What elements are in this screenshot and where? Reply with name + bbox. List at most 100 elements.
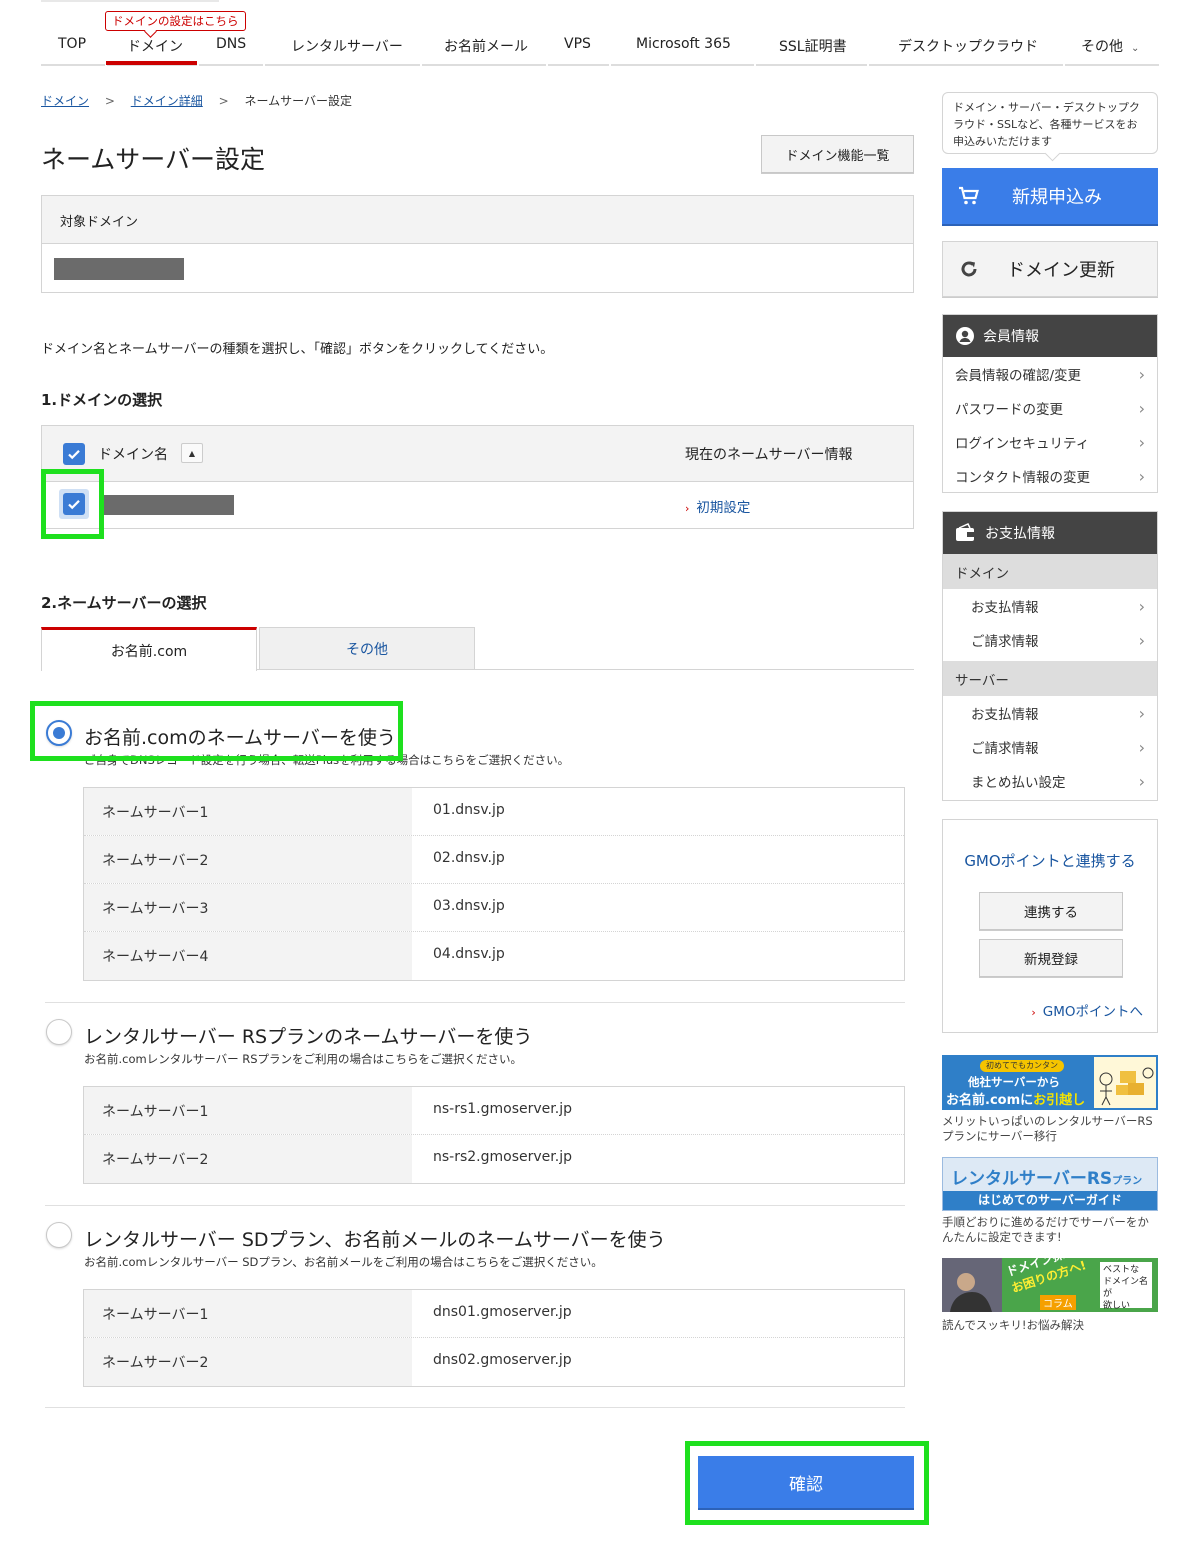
nav-other[interactable]: その他 ⌄ (1081, 36, 1139, 56)
nav-separator (867, 60, 869, 66)
sidebar-item-server-billing[interactable]: ご請求情報 › (943, 730, 1157, 764)
banner-caption: 読んでスッキリ!お悩み解決 (942, 1318, 1085, 1332)
initial-setting-label: 初期設定 (696, 500, 751, 516)
banner-caption: 手順どおりに進めるだけでサーバーをかんたんに設定できます! (942, 1215, 1149, 1244)
chevron-right-icon: › (1138, 364, 1145, 384)
breadcrumb-domain-detail[interactable]: ドメイン詳細 (131, 94, 203, 108)
person-photo-icon (942, 1258, 1002, 1312)
nav-rental-server[interactable]: レンタルサーバー (291, 36, 403, 56)
target-domain-label: 対象ドメイン (42, 196, 913, 244)
refresh-icon (961, 261, 977, 277)
divider (45, 1407, 905, 1408)
table-row: ネームサーバー2 02.dnsv.jp (84, 836, 904, 884)
sd-plan-ns-table: ネームサーバー1 dns01.gmoserver.jp ネームサーバー2 dns02… (83, 1289, 905, 1387)
nav-separator (546, 60, 548, 66)
sidebar-item-contact[interactable]: コンタクト情報の変更 › (943, 459, 1157, 493)
initial-setting-link[interactable]: › 初期設定 (685, 496, 750, 516)
sidebar-item-server-payment[interactable]: お支払情報 › (943, 696, 1157, 730)
new-application-button[interactable]: 新規申込み (942, 168, 1158, 224)
highlight-onamae-option (30, 701, 403, 761)
column-current-nameserver: 現在のネームサーバー情報 (685, 447, 853, 463)
sort-button[interactable]: ▲ (181, 443, 203, 463)
table-row: ネームサーバー2 dns02.gmoserver.jp (84, 1338, 904, 1386)
option-sd-plan-desc: お名前.comレンタルサーバー SDプラン、お名前メールをご利用の場合はこちらを… (84, 1255, 603, 1269)
banner-side1: ベストな (1103, 1265, 1140, 1275)
sidebar-item-login-security[interactable]: ログインセキュリティ › (943, 425, 1157, 459)
nav-desktop-cloud[interactable]: デスクトップクラウド (898, 36, 1038, 56)
domain-renew-button[interactable]: ドメイン更新 (942, 241, 1158, 297)
table-row: ネームサーバー3 03.dnsv.jp (84, 884, 904, 932)
nav-top[interactable]: TOP (58, 36, 86, 52)
sidebar-item-label: 会員情報の確認/変更 (955, 368, 1082, 384)
ns-label: ネームサーバー4 (84, 932, 412, 980)
sidebar-group-server: サーバー (943, 661, 1157, 696)
nav-domain[interactable]: ドメイン (127, 36, 183, 56)
ns-value: 04.dnsv.jp (433, 946, 505, 962)
select-all-checkbox[interactable] (63, 443, 85, 465)
sidebar-note: ドメイン・サーバー・デスクトップクラウド・SSLなど、各種サービスをお申込みいた… (942, 92, 1158, 154)
target-domain-box: 対象ドメイン (41, 195, 914, 293)
chevron-right-icon: › (685, 502, 690, 515)
sidebar-item-password[interactable]: パスワードの変更 › (943, 391, 1157, 425)
breadcrumb-domain[interactable]: ドメイン (41, 94, 89, 108)
table-row: ネームサーバー4 04.dnsv.jp (84, 932, 904, 980)
sidebar-item-label: コンタクト情報の変更 (955, 470, 1090, 486)
chevron-down-icon: ⌄ (1131, 43, 1140, 54)
nav-dns[interactable]: DNS (216, 36, 246, 52)
divider (45, 1205, 905, 1206)
highlight-checkbox (41, 469, 104, 539)
banner-domain-column[interactable]: ドメイン探して お困りの方へ! コラム ベストな ドメイン名が 欲しい (942, 1258, 1158, 1312)
top-line (41, 0, 219, 2)
gmo-point-link[interactable]: › GMOポイントへ (1031, 1000, 1143, 1020)
nav-separator (754, 60, 756, 66)
option-rs-plan-title: レンタルサーバー RSプランのネームサーバーを使う (84, 1026, 533, 1048)
ns-value: 01.dnsv.jp (433, 802, 505, 818)
ns-label: ネームサーバー2 (84, 1135, 412, 1183)
nav-separator (1063, 60, 1065, 66)
banner-server-guide[interactable]: レンタルサーバーRSプラン はじめてのサーバーガイド (942, 1157, 1158, 1211)
onamae-ns-table: ネームサーバー1 01.dnsv.jp ネームサーバー2 02.dnsv.jp ネー… (83, 787, 905, 981)
tab-onamae[interactable]: お名前.com (41, 627, 257, 671)
nav-vps[interactable]: VPS (564, 36, 591, 52)
chevron-right-icon: › (1138, 596, 1145, 616)
check-icon (68, 450, 80, 460)
ns-label: ネームサーバー2 (84, 836, 412, 883)
cart-icon (959, 186, 979, 205)
highlight-confirm-button (685, 1441, 929, 1525)
sidebar-item-domain-payment[interactable]: お支払情報 › (943, 589, 1157, 623)
wallet-icon (956, 523, 974, 541)
gmo-point-title: GMOポイントと連携する (964, 852, 1136, 870)
sidebar-item-bulk-payment[interactable]: まとめ払い設定 › (943, 764, 1157, 798)
tab-other[interactable]: その他 (259, 627, 475, 670)
breadcrumb-separator: > (218, 94, 229, 108)
domain-renew-label: ドメイン更新 (1007, 260, 1115, 281)
sidebar-item-label: まとめ払い設定 (971, 775, 1066, 791)
domain-features-button[interactable]: ドメイン機能一覧 (761, 135, 914, 173)
banner-line2: お名前.comに (946, 1093, 1034, 1108)
banner-plan: プラン (1112, 1176, 1143, 1187)
sidebar-item-domain-billing[interactable]: ご請求情報 › (943, 623, 1157, 657)
sidebar-item-label: パスワードの変更 (955, 402, 1063, 418)
banner-line2: はじめてのサーバーガイド (943, 1191, 1157, 1210)
banner-server-migration[interactable]: 初めてでもカンタン 他社サーバーから お名前.comにお引越し (942, 1055, 1158, 1110)
banner-side3: 欲しい (1103, 1301, 1131, 1311)
gmo-link-button[interactable]: 連携する (979, 892, 1123, 930)
sidebar-item-member-confirm[interactable]: 会員情報の確認/変更 › (943, 357, 1157, 391)
gmo-register-button[interactable]: 新規登録 (979, 939, 1123, 977)
radio-sd-plan-ns[interactable] (46, 1222, 72, 1248)
domain-table-header: ドメイン名 ▲ 現在のネームサーバー情報 (42, 426, 913, 482)
sidebar-item-label: ご請求情報 (971, 634, 1039, 650)
nav-mail[interactable]: お名前メール (444, 36, 528, 56)
banner-caption: メリットいっぱいのレンタルサーバーRSプランにサーバー移行 (942, 1114, 1153, 1143)
ns-value: 02.dnsv.jp (433, 850, 505, 866)
user-icon (956, 327, 974, 345)
chevron-right-icon: › (1138, 630, 1145, 650)
moving-illustration-icon (1094, 1057, 1156, 1108)
sidebar-item-label: ご請求情報 (971, 741, 1039, 757)
column-domain-name: ドメイン名 (98, 447, 168, 463)
section-nameserver-select-title: 2.ネームサーバーの選択 (41, 594, 207, 612)
nav-microsoft365[interactable]: Microsoft 365 (636, 36, 731, 52)
nav-ssl[interactable]: SSL証明書 (779, 36, 847, 56)
radio-rs-plan-ns[interactable] (46, 1019, 72, 1045)
chevron-right-icon: › (1138, 432, 1145, 452)
